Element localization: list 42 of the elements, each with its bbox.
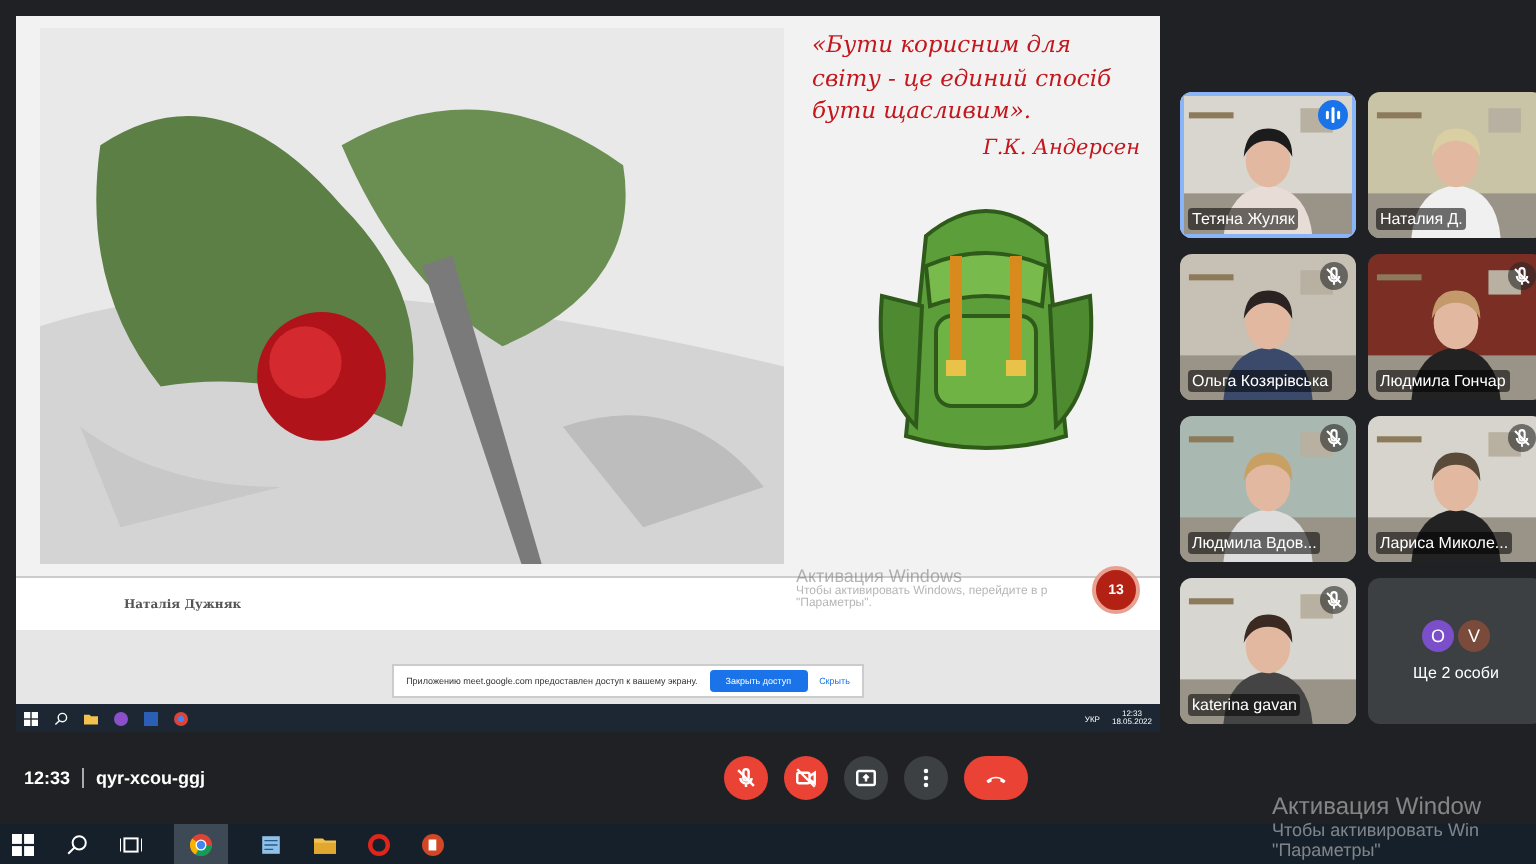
- audio-level-icon: [1318, 100, 1348, 130]
- present-button[interactable]: [844, 756, 888, 800]
- meeting-time: 12:33: [24, 768, 71, 788]
- participant-name: Тетяна Жуляк: [1188, 208, 1299, 230]
- quote-text: «Бути корисним для світу - це единий спосіб бути щасливим».: [812, 28, 1114, 129]
- mic-off-icon: [732, 764, 760, 792]
- notepad-icon[interactable]: [260, 833, 282, 855]
- participant-name: katerina gavan: [1188, 694, 1301, 716]
- quote-author: Г.К. Андерсен: [982, 136, 1140, 161]
- windows-icon[interactable]: [12, 833, 34, 855]
- search-icon[interactable]: [66, 833, 88, 855]
- participant-name: Наталия Д.: [1376, 208, 1467, 230]
- present-screen-icon: [852, 764, 880, 792]
- more-participants-label: Ще 2 особи: [1413, 664, 1499, 682]
- watermark-text: Чтобы активировать Win: [1272, 820, 1481, 840]
- folder-icon[interactable]: [84, 711, 98, 725]
- participant-name: Лариса Миколе...: [1376, 532, 1513, 554]
- windows-icon[interactable]: [24, 711, 38, 725]
- browser-icon[interactable]: [190, 833, 212, 855]
- leave-call-button[interactable]: [964, 756, 1028, 800]
- document-icon[interactable]: [144, 711, 158, 725]
- ring-icon[interactable]: [368, 833, 390, 855]
- watermark-title: Активация Windows: [796, 566, 962, 586]
- watermark-text: "Параметры": [1272, 840, 1383, 860]
- participant-name: Людмила Гончар: [1376, 370, 1510, 392]
- mic-button[interactable]: [724, 756, 768, 800]
- participant-tile[interactable]: O V Ще 2 особи: [1368, 578, 1536, 724]
- participant-name: Ольга Козярівська: [1188, 370, 1333, 392]
- avatar: O: [1422, 620, 1454, 652]
- camera-off-icon: [792, 764, 820, 792]
- app-icon[interactable]: [114, 711, 128, 725]
- avatar: V: [1458, 620, 1490, 652]
- more-button[interactable]: [904, 756, 948, 800]
- folder-icon[interactable]: [314, 833, 336, 855]
- search-icon[interactable]: [54, 711, 68, 725]
- task-view-icon[interactable]: [120, 833, 142, 855]
- presentation-icon[interactable]: [422, 833, 444, 855]
- participant-name: Людмила Вдов...: [1188, 532, 1321, 554]
- meeting-code: qyr-xcou-ggj: [96, 768, 206, 788]
- browser-icon[interactable]: [174, 711, 188, 725]
- watermark-title: Активация Window: [1272, 792, 1482, 820]
- camera-button[interactable]: [784, 756, 828, 800]
